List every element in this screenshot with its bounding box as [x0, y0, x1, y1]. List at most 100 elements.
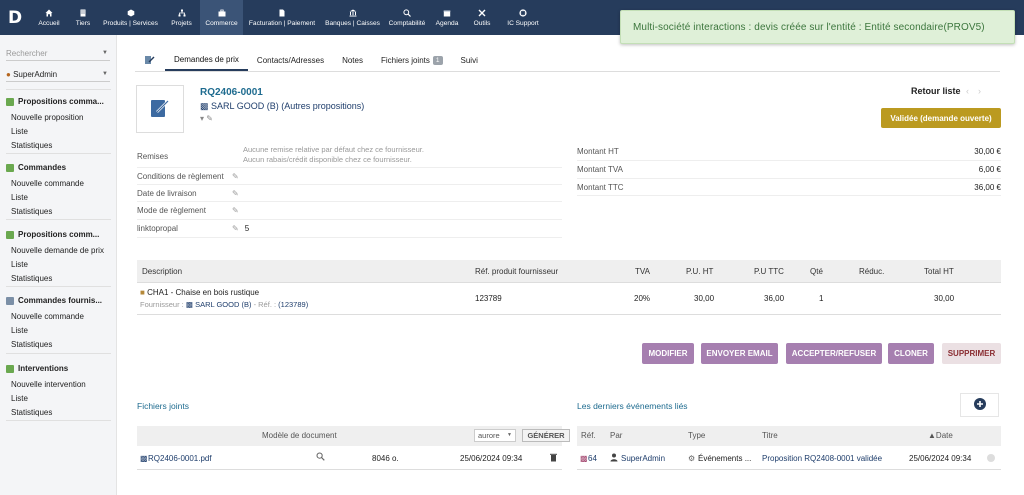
- tab-contacts-adresses[interactable]: Contacts/Adresses: [248, 49, 333, 71]
- cell-pu-ht: 30,00: [694, 294, 715, 303]
- sidebar-group-title[interactable]: Propositions comma...: [6, 97, 111, 106]
- cube-icon: [127, 9, 135, 17]
- supplier-link[interactable]: SARL GOOD (B): [195, 300, 251, 309]
- pencil-icon[interactable]: ✎: [232, 206, 239, 215]
- sidebar-divider: [6, 286, 111, 287]
- building-icon: ▩: [200, 101, 212, 111]
- project-edit-icon[interactable]: ▾ ✎: [200, 114, 213, 123]
- supplier-label: Fournisseur :: [140, 300, 184, 309]
- product-link[interactable]: CHA1 - Chaise en bois rustique: [147, 288, 259, 297]
- add-event-button[interactable]: [960, 393, 999, 417]
- sidebar-item-new-order[interactable]: Nouvelle commande: [6, 177, 111, 191]
- amount-value: 6,00 €: [978, 165, 1001, 174]
- app-logo[interactable]: D: [0, 0, 30, 35]
- tab-demandes-de-prix[interactable]: Demandes de prix: [165, 49, 248, 71]
- clone-button[interactable]: CLONER: [888, 343, 934, 364]
- pencil-icon[interactable]: ✎: [232, 224, 239, 233]
- accept-refuse-button[interactable]: ACCEPTER/REFUSER: [786, 343, 882, 364]
- support-icon: [519, 8, 527, 17]
- pencil-icon[interactable]: ✎: [232, 172, 239, 181]
- sidebar-search-select[interactable]: Rechercher ▼: [6, 49, 110, 61]
- col-description: Description: [142, 266, 183, 276]
- tab-suivi[interactable]: Suivi: [452, 49, 487, 71]
- menu-comptabilite[interactable]: Comptabilité: [384, 0, 430, 35]
- sidebar-item-new-price-request[interactable]: Nouvelle demande de prix: [6, 244, 111, 258]
- col-date[interactable]: ▲Date: [928, 431, 953, 440]
- col-total-ht: Total HT: [924, 266, 954, 276]
- menu-projets[interactable]: Projets: [163, 0, 200, 35]
- delete-button[interactable]: SUPPRIMER: [942, 343, 1001, 364]
- truck-icon: [6, 364, 14, 373]
- menu-label: Accueil: [38, 19, 60, 27]
- back-to-list-link[interactable]: Retour liste: [911, 86, 961, 96]
- supplier-link[interactable]: ▩ SARL GOOD (B) (Autres propositions): [200, 101, 364, 112]
- menu-ic-support[interactable]: IC Support: [500, 0, 546, 35]
- sidebar-item-list[interactable]: Liste: [6, 324, 111, 338]
- sidebar-item-stats[interactable]: Statistiques: [6, 139, 111, 153]
- pdf-icon: ▩: [140, 454, 148, 463]
- prev-next-arrows[interactable]: ‹›: [966, 86, 990, 96]
- sidebar-item-list[interactable]: Liste: [6, 258, 111, 272]
- sidebar-item-new-proposal[interactable]: Nouvelle proposition: [6, 111, 111, 125]
- sitemap-icon: [178, 9, 186, 17]
- object-thumbnail: [136, 85, 184, 133]
- file-link[interactable]: RQ2406-0001.pdf: [148, 454, 212, 463]
- sidebar-item-list[interactable]: Liste: [6, 191, 111, 205]
- sidebar-divider: [6, 89, 111, 90]
- sidebar-item-list[interactable]: Liste: [6, 125, 111, 139]
- event-user-link[interactable]: SuperAdmin: [621, 454, 665, 463]
- sidebar-item-stats[interactable]: Statistiques: [6, 205, 111, 219]
- sidebar-item-list[interactable]: Liste: [6, 392, 111, 406]
- sidebar-group-title[interactable]: Commandes: [6, 163, 111, 172]
- menu-commerce[interactable]: Commerce: [200, 0, 243, 35]
- user-select[interactable]: ● SuperAdmin ▼: [6, 70, 110, 82]
- sidebar-group-title[interactable]: Commandes fournis...: [6, 296, 111, 305]
- tab-fichiers-joints[interactable]: Fichiers joints 1: [372, 49, 452, 71]
- send-email-button[interactable]: ENVOYER EMAIL: [701, 343, 778, 364]
- event-type: Événements ...: [698, 454, 752, 463]
- model-select[interactable]: aurore ▼: [474, 429, 516, 442]
- field-label: Date de livraison: [137, 188, 197, 198]
- sidebar-item-new-intervention[interactable]: Nouvelle intervention: [6, 378, 111, 392]
- invoice-icon: [278, 9, 286, 17]
- home-icon: [45, 9, 53, 17]
- field-label: linktopropal: [137, 224, 178, 233]
- trash-icon[interactable]: [550, 453, 557, 464]
- col-reduc: Réduc.: [859, 266, 885, 276]
- status-badge: Validée (demande ouverte): [881, 108, 1001, 128]
- modify-button[interactable]: MODIFIER: [642, 343, 694, 364]
- pencil-icon[interactable]: ✎: [232, 189, 239, 198]
- sidebar-item-stats[interactable]: Statistiques: [6, 406, 111, 420]
- generate-button[interactable]: GÉNÉRER: [522, 429, 570, 442]
- file-date: 25/06/2024 09:34: [460, 454, 523, 463]
- event-ref-link[interactable]: 64: [588, 454, 597, 463]
- event-row: ▩ 64 SuperAdmin ⚙ Événements ... Proposi…: [577, 446, 1001, 470]
- sidebar-group-title[interactable]: Propositions comm...: [6, 230, 111, 239]
- order-icon: [6, 163, 14, 172]
- sidebar-item-new-order[interactable]: Nouvelle commande: [6, 310, 111, 324]
- amount-label: Montant TTC: [577, 182, 624, 192]
- field-label: Mode de règlement: [137, 206, 206, 215]
- product-description: ■ CHA1 - Chaise en bois rustique Fournis…: [140, 288, 308, 309]
- menu-agenda[interactable]: Agenda: [430, 0, 464, 35]
- left-sidebar: Rechercher ▼ ● SuperAdmin ▼ Propositions…: [0, 35, 117, 495]
- sidebar-item-stats[interactable]: Statistiques: [6, 272, 111, 286]
- menu-tiers[interactable]: Tiers: [68, 0, 98, 35]
- event-title-link[interactable]: Proposition RQ2408-0001 validée: [762, 454, 882, 463]
- events-table-header: Réf. Par Type Titre ▲Date: [577, 426, 1001, 446]
- field-conditions: Conditions de règlement ✎: [137, 168, 562, 185]
- file-row: ▩ RQ2406-0001.pdf 8046 o. 25/06/2024 09:…: [137, 446, 562, 470]
- tab-notes[interactable]: Notes: [333, 49, 372, 71]
- menu-facturation-paiement[interactable]: Facturation | Paiement: [243, 0, 321, 35]
- col-titre: Titre: [762, 431, 778, 440]
- menu-outils[interactable]: Outils: [464, 0, 500, 35]
- amount-label: Montant HT: [577, 147, 619, 156]
- menu-produits-services[interactable]: Produits | Services: [98, 0, 163, 35]
- menu-accueil[interactable]: Accueil: [30, 0, 68, 35]
- sidebar-item-stats[interactable]: Statistiques: [6, 338, 111, 352]
- preview-icon[interactable]: [316, 452, 325, 463]
- notification-toast[interactable]: Multi-société interactions : devis créée…: [620, 10, 1015, 44]
- menu-banques-caisses[interactable]: Banques | Caisses: [321, 0, 384, 35]
- chevron-down-icon: ▼: [102, 50, 108, 56]
- sidebar-group-title[interactable]: Interventions: [6, 364, 111, 373]
